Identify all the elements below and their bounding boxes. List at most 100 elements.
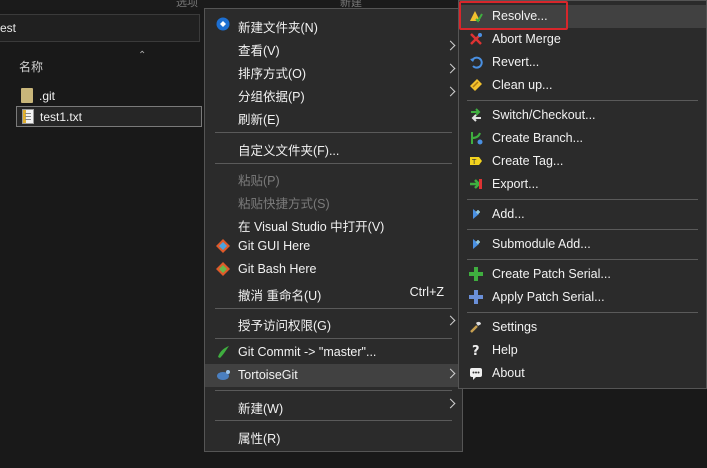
menu-separator: [467, 100, 698, 101]
menu-item-tortoisegit[interactable]: TortoiseGit: [205, 364, 462, 387]
menu-item-label: 刷新(E): [238, 113, 280, 127]
create-tag-icon: T: [470, 157, 482, 166]
create-patch-icon: [469, 267, 483, 281]
column-header-label: 名称: [19, 60, 44, 74]
menu-item-label: Switch/Checkout...: [492, 108, 596, 122]
abort-merge-icon: [470, 33, 482, 45]
menu-item-submodule-add[interactable]: Submodule Add...: [459, 233, 706, 256]
menu-item-paste: 粘贴(P): [205, 166, 462, 189]
shortcut-label: Ctrl+Z: [409, 285, 444, 299]
menu-separator: [467, 199, 698, 200]
menu-item-git-commit[interactable]: Git Commit -> "master"...: [205, 341, 462, 364]
menu-item-label: 粘贴快捷方式(S): [238, 197, 330, 211]
menu-item-label: Help: [492, 343, 518, 357]
menu-item-create-patch-serial[interactable]: Create Patch Serial...: [459, 263, 706, 286]
menu-item-label: Submodule Add...: [492, 237, 591, 251]
menu-item-properties[interactable]: 属性(R): [205, 424, 462, 447]
file-row-git[interactable]: .git: [16, 86, 202, 107]
menu-item-help[interactable]: ? Help: [459, 339, 706, 362]
column-header-name[interactable]: 名称 ⌃: [0, 50, 205, 76]
menu-item-customize-folder[interactable]: 自定义文件夹(F)...: [205, 136, 462, 159]
menu-separator: [467, 312, 698, 313]
settings-wrench-icon: [470, 321, 481, 333]
apply-patch-icon: [469, 290, 483, 304]
svg-text:T: T: [471, 158, 477, 166]
menu-item-refresh[interactable]: 刷新(E): [205, 105, 462, 128]
menu-item-label: 撤消 重命名(U): [238, 289, 322, 303]
new-folder-icon: [216, 17, 230, 31]
address-bar[interactable]: est: [0, 14, 200, 42]
chevron-right-icon: [445, 368, 456, 379]
chevron-right-icon: [445, 398, 456, 409]
menu-item-sort-by[interactable]: 排序方式(O): [205, 59, 462, 82]
menu-separator: [215, 338, 452, 339]
menu-item-export[interactable]: Export...: [459, 173, 706, 196]
menu-item-label: 授予访问权限(G): [238, 319, 332, 333]
menu-item-label: TortoiseGit: [238, 368, 298, 382]
switch-checkout-icon: [471, 108, 481, 122]
menu-separator: [215, 390, 452, 391]
menu-item-revert[interactable]: Revert...: [459, 51, 706, 74]
address-text: est: [0, 21, 17, 35]
file-name: test1.txt: [40, 110, 83, 124]
text-file-icon: [22, 109, 34, 124]
menu-item-label: Settings: [492, 320, 538, 334]
menu-item-apply-patch-serial[interactable]: Apply Patch Serial...: [459, 286, 706, 309]
menu-separator: [215, 420, 452, 421]
menu-item-label: 属性(R): [238, 432, 281, 446]
menu-item-new-folder[interactable]: 新建文件夹(N): [205, 13, 462, 36]
menu-item-label: 粘贴(P): [238, 174, 280, 188]
menu-item-settings[interactable]: Settings: [459, 316, 706, 339]
chevron-right-icon: [445, 315, 456, 326]
menu-item-about[interactable]: About: [459, 362, 706, 385]
menu-item-label: Git Commit -> "master"...: [238, 345, 377, 359]
svg-text:?: ?: [472, 344, 480, 357]
menu-item-label: 排序方式(O): [238, 67, 307, 81]
revert-icon: [470, 56, 483, 69]
menu-item-label: Clean up...: [492, 78, 553, 92]
context-menu: 新建文件夹(N) 查看(V) 排序方式(O) 分组依据(P) 刷新(E) 自定义…: [204, 8, 463, 452]
menu-item-label: Export...: [492, 177, 539, 191]
add-icon: [473, 209, 480, 219]
menu-item-clean-up[interactable]: Clean up...: [459, 74, 706, 97]
menu-item-paste-shortcut: 粘贴快捷方式(S): [205, 189, 462, 212]
file-row-test1[interactable]: test1.txt: [16, 106, 202, 127]
menu-item-open-visual-studio[interactable]: 在 Visual Studio 中打开(V): [205, 212, 462, 235]
menu-item-label: Abort Merge: [492, 32, 561, 46]
file-name: .git: [39, 89, 56, 103]
menu-item-undo-rename[interactable]: 撤消 重命名(U) Ctrl+Z: [205, 281, 462, 304]
menu-item-label: 自定义文件夹(F)...: [238, 144, 340, 158]
menu-separator: [215, 132, 452, 133]
menu-item-label: About: [492, 366, 525, 380]
folder-icon: [21, 88, 33, 103]
create-branch-icon: [471, 132, 483, 145]
menu-item-label: Add...: [492, 207, 525, 221]
menu-item-git-gui[interactable]: Git GUI Here: [205, 235, 462, 258]
menu-item-abort-merge[interactable]: Abort Merge: [459, 28, 706, 51]
menu-item-group-by[interactable]: 分组依据(P): [205, 82, 462, 105]
help-icon: ?: [472, 344, 480, 357]
git-gui-icon: [216, 239, 230, 253]
menu-separator: [215, 308, 452, 309]
menu-item-new[interactable]: 新建(W): [205, 394, 462, 417]
menu-item-label: Revert...: [492, 55, 540, 69]
menu-item-add[interactable]: Add...: [459, 203, 706, 226]
toolbar-label-options[interactable]: 选项: [176, 0, 198, 10]
menu-item-label: 查看(V): [238, 44, 280, 58]
menu-item-view[interactable]: 查看(V): [205, 36, 462, 59]
chevron-right-icon: [445, 86, 456, 97]
git-bash-icon: [216, 262, 230, 276]
export-icon: [470, 179, 482, 189]
menu-separator: [215, 163, 452, 164]
menu-item-git-bash[interactable]: Git Bash Here: [205, 258, 462, 281]
menu-item-create-branch[interactable]: Create Branch...: [459, 127, 706, 150]
menu-item-label: Create Tag...: [492, 154, 564, 168]
menu-item-switch-checkout[interactable]: Switch/Checkout...: [459, 104, 706, 127]
sort-arrow-icon: ⌃: [138, 50, 147, 61]
menu-item-create-tag[interactable]: T Create Tag...: [459, 150, 706, 173]
menu-item-label: Create Branch...: [492, 131, 584, 145]
tortoisegit-icon: [217, 370, 230, 380]
menu-item-grant-access[interactable]: 授予访问权限(G): [205, 311, 462, 334]
menu-item-label: 新建文件夹(N): [238, 21, 318, 35]
submodule-add-icon: [473, 239, 480, 249]
